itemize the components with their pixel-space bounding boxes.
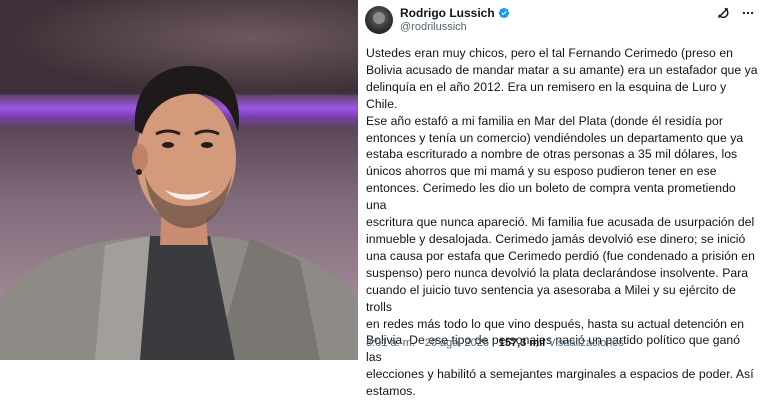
tweet-meta: 8:01 a. m. · 20 ago. 2026 · 157,3 mil Vi… — [366, 337, 624, 349]
tweet-photo[interactable] — [0, 0, 358, 360]
person-figure — [0, 66, 358, 360]
more-options-icon[interactable] — [740, 6, 756, 20]
tweet-text-line: únicos ahorros que mi mamá y su esposo p… — [366, 164, 717, 179]
tweet-text-line: entonces. Cerimedo les dio un boleto de … — [366, 181, 736, 213]
tweet-text-line: delinquía en el año 2012. Era un remiser… — [366, 79, 727, 111]
tweet-text-line: Ese año estafó a mi familia en Mar del P… — [366, 113, 723, 128]
tweet-text-line: estaba escriturado a nombre de otras per… — [366, 147, 738, 162]
views-label: Visualizaciones — [548, 337, 624, 349]
tweet-text-line: entonces y tenía un comercio) vendiéndol… — [366, 130, 744, 145]
meta-separator: · — [417, 337, 422, 349]
tweet-text-line: Bolivia acusado de mandar matar a su ama… — [366, 62, 758, 77]
tweet-date[interactable]: 20 ago. 2026 — [425, 337, 489, 349]
grok-icon[interactable] — [716, 6, 730, 20]
tweet-time[interactable]: 8:01 a. m. — [366, 337, 415, 349]
tweet-text-line: suspenso) pero nunca devolvió la plata d… — [366, 265, 749, 280]
top-actions — [716, 6, 756, 20]
tweet-text-line: estamos. — [366, 384, 416, 399]
author-avatar[interactable] — [365, 6, 393, 34]
views-count: 157,3 mil — [498, 337, 546, 349]
tweet-text-line: inmueble y desalojada. Cerimedo jamás de… — [366, 231, 746, 246]
tweet-text-line: cuando el juicio tuvo sentencia ya aseso… — [366, 282, 736, 314]
author-handle[interactable]: @rodrilussich — [400, 21, 467, 33]
verified-badge-icon — [498, 7, 509, 19]
tweet-text-line: escritura que nunca apareció. Mi familia… — [366, 215, 755, 230]
tweet-text-line: elecciones y habilitó a semejantes margi… — [366, 367, 754, 382]
author-name-row: Rodrigo Lussich — [400, 6, 510, 20]
tweet-card: Rodrigo Lussich @rodrilussich Ustedes er… — [358, 0, 768, 398]
author-name[interactable]: Rodrigo Lussich — [400, 6, 495, 20]
meta-separator: · — [492, 337, 496, 349]
tweet-text-line: en redes más todo lo que vino después, h… — [366, 316, 745, 331]
tweet-text-line: una causa por estafa que Cerimedo perdió… — [366, 248, 755, 263]
tweet-text-line: Ustedes eran muy chicos, pero el tal Fer… — [366, 46, 733, 60]
